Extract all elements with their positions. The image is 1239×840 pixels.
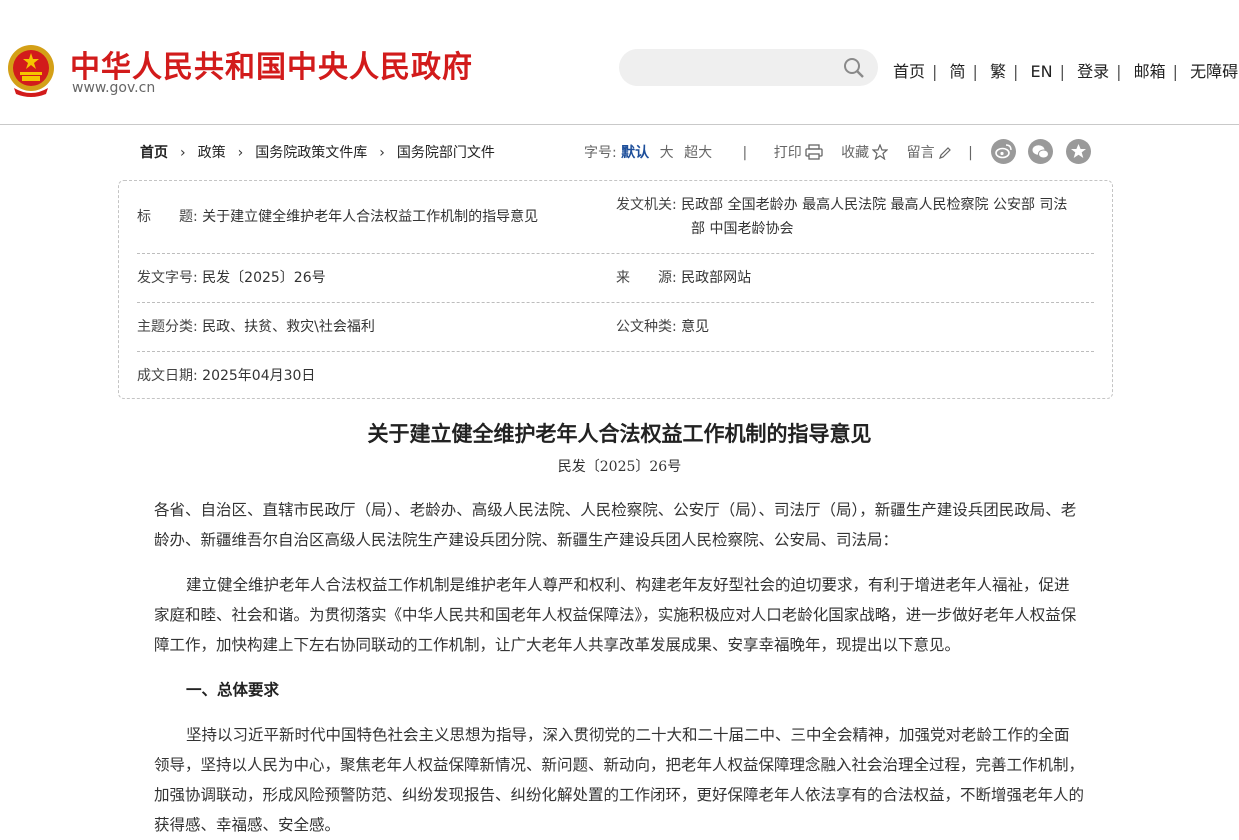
weibo-share-icon[interactable] (991, 139, 1016, 164)
article-section-paragraph: 坚持以习近平新时代中国特色社会主义思想为指导，深入贯彻党的二十大和二十届二中、三… (154, 726, 1085, 834)
info-title-value: 关于建立健全维护老年人合法权益工作机制的指导意见 (202, 209, 539, 225)
tools-separator: | (968, 145, 973, 161)
article-title: 关于建立健全维护老年人合法权益工作机制的指导意见 (367, 421, 872, 446)
comment-label: 留言 (906, 145, 935, 161)
search-icon[interactable] (843, 57, 865, 79)
breadcrumb-policy-library[interactable]: 国务院政策文件库 (255, 145, 367, 161)
info-title-field: 标 题: 关于建立健全维护老年人合法权益工作机制的指导意见 (137, 205, 538, 229)
font-size-xlarge[interactable]: 超大 (684, 145, 712, 161)
nav-accessibility-link[interactable]: 无障碍 (1190, 62, 1238, 81)
chevron-right-icon: › (379, 145, 385, 161)
print-button[interactable]: 打印 (773, 144, 823, 161)
nav-home-link[interactable]: 首页 (893, 62, 925, 81)
nav-separator: | (972, 62, 978, 81)
info-source-field: 来 源: 民政部网站 (616, 266, 751, 290)
info-docno-label: 发文字号: (137, 270, 198, 286)
nav-separator: | (1172, 62, 1178, 81)
tools-separator: | (742, 145, 748, 161)
nav-login-link[interactable]: 登录 (1077, 62, 1109, 81)
font-size-default[interactable]: 默认 (621, 145, 649, 161)
nav-separator: | (1013, 62, 1019, 81)
nav-separator: | (932, 62, 938, 81)
star-icon (1071, 144, 1086, 158)
info-title-label: 标 题: (137, 209, 198, 225)
article-tools: 字号: 默认 大 超大 | 打印 收藏 留言 | (584, 142, 973, 162)
info-issuer-value-cont: 部 中国老龄协会 (691, 221, 794, 237)
info-date-field: 成文日期: 2025年04月30日 (137, 364, 315, 388)
weibo-icon (995, 144, 1012, 159)
info-source-label: 来 源: (616, 270, 677, 286)
info-issuer-field: 发文机关: 民政部 全国老龄办 最高人民法院 最高人民检察院 公安部 司法 部 … (616, 193, 1096, 241)
info-type-field: 公文种类: 意见 (616, 315, 709, 339)
nav-english-link[interactable]: EN (1031, 62, 1053, 81)
site-header: 中华人民共和国中央人民政府 www.gov.cn 首页 | 简 | 繁 | EN | 登… (0, 0, 1239, 125)
info-docno-field: 发文字号: 民发〔2025〕26号 (137, 266, 326, 290)
search-input[interactable] (619, 49, 878, 86)
info-docno-value: 民发〔2025〕26号 (202, 270, 326, 286)
font-size-large[interactable]: 大 (660, 145, 674, 161)
info-type-label: 公文种类: (616, 319, 677, 335)
info-date-value: 2025年04月30日 (202, 368, 316, 384)
print-label: 打印 (773, 145, 802, 161)
chevron-right-icon: › (237, 145, 244, 161)
favorite-label: 收藏 (841, 145, 870, 161)
info-topic-label: 主题分类: (137, 319, 198, 335)
article-doc-number: 民发〔2025〕26号 (557, 459, 682, 475)
chevron-right-icon: › (180, 145, 186, 161)
nav-simplified-link[interactable]: 简 (950, 62, 966, 81)
article-addressee: 各省、自治区、直辖市民政厅（局）、老龄办、高级人民法院、人民检察院、公安厅（局）… (154, 501, 1077, 549)
pencil-icon (938, 147, 951, 159)
info-divider (137, 253, 1094, 254)
top-nav: 首页 | 简 | 繁 | EN | 登录 | 邮箱 | 无障碍 (893, 58, 1238, 82)
comment-button[interactable]: 留言 (907, 145, 952, 161)
favorite-share-icon[interactable] (1066, 139, 1091, 164)
wechat-share-icon[interactable] (1028, 139, 1053, 164)
info-type-value: 意见 (681, 319, 710, 335)
breadcrumb: 首页 › 政策 › 国务院政策文件库 › 国务院部门文件 (140, 142, 495, 162)
info-issuer-value: 民政部 全国老龄办 最高人民法院 最高人民检察院 公安部 司法 (681, 197, 1068, 213)
font-size-label: 字号: (584, 145, 617, 161)
info-date-label: 成文日期: (137, 368, 198, 384)
info-topic-field: 主题分类: 民政、扶贫、救灾\社会福利 (137, 315, 375, 339)
nav-traditional-link[interactable]: 繁 (990, 62, 1006, 81)
star-icon (871, 143, 889, 161)
article-intro-paragraph: 建立健全维护老年人合法权益工作机制是维护老年人尊严和权利、构建老年友好型社会的迫… (154, 576, 1077, 654)
info-divider (137, 302, 1094, 303)
nav-mail-link[interactable]: 邮箱 (1134, 62, 1166, 81)
info-issuer-label: 发文机关: (616, 197, 677, 213)
national-emblem-icon[interactable] (6, 44, 56, 98)
breadcrumb-home[interactable]: 首页 (140, 145, 168, 161)
nav-separator: | (1116, 62, 1122, 81)
printer-icon (805, 144, 823, 160)
wechat-icon (1032, 145, 1049, 159)
info-topic-value: 民政、扶贫、救灾\社会福利 (202, 319, 375, 335)
document-info-box: 标 题: 关于建立健全维护老年人合法权益工作机制的指导意见 发文机关: 民政部 … (118, 180, 1113, 399)
favorite-button[interactable]: 收藏 (841, 143, 889, 161)
breadcrumb-policy[interactable]: 政策 (198, 145, 226, 161)
info-source-value: 民政部网站 (681, 270, 752, 286)
section-heading: 一、总体要求 (186, 681, 280, 699)
info-divider (137, 351, 1094, 352)
site-domain[interactable]: www.gov.cn (72, 80, 155, 96)
breadcrumb-department-docs[interactable]: 国务院部门文件 (397, 145, 495, 161)
nav-separator: | (1059, 62, 1065, 81)
